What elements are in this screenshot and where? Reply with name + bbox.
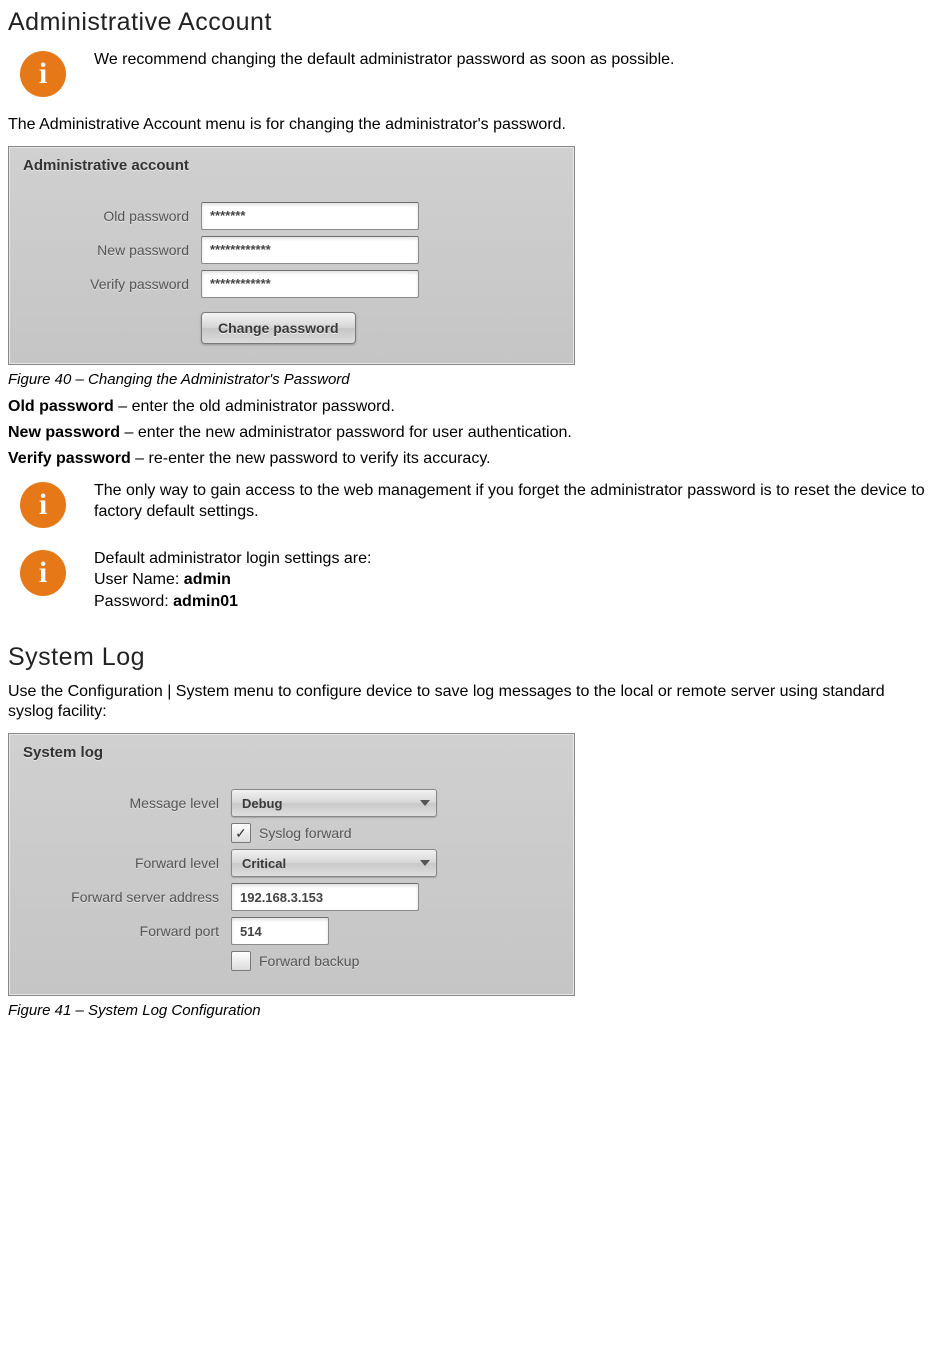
panel-title: System log (23, 744, 564, 761)
message-level-label: Message level (19, 795, 231, 811)
forward-backup-checkbox[interactable]: Forward backup (231, 951, 359, 971)
info-text: Default administrator login settings are… (94, 546, 926, 613)
info-text: We recommend changing the default admini… (94, 47, 926, 71)
forward-port-label: Forward port (19, 923, 231, 939)
admin-account-panel: Administrative account Old password New … (8, 146, 575, 365)
forward-server-address-input[interactable] (231, 883, 419, 911)
checkbox-box: ✓ (231, 823, 251, 843)
syslog-forward-label: Syslog forward (259, 825, 352, 841)
system-log-panel: System log Message level Debug ✓ Syslog … (8, 733, 575, 996)
default-login-intro: Default administrator login settings are… (94, 548, 926, 570)
info-note-3: i Default administrator login settings a… (8, 546, 926, 613)
verify-password-input[interactable] (201, 270, 419, 298)
syslog-intro: Use the Configuration | System menu to c… (8, 682, 926, 724)
forward-level-dropdown[interactable]: Critical (231, 849, 437, 877)
message-level-dropdown[interactable]: Debug (231, 789, 437, 817)
chevron-down-icon (420, 860, 430, 866)
section-syslog-title: System Log (8, 643, 926, 672)
checkbox-box (231, 951, 251, 971)
default-username: User Name: admin (94, 569, 926, 591)
default-password: Password: admin01 (94, 591, 926, 613)
change-password-button[interactable]: Change password (201, 312, 356, 344)
syslog-forward-checkbox[interactable]: ✓ Syslog forward (231, 823, 352, 843)
verify-password-label: Verify password (19, 276, 201, 292)
info-icon: i (20, 482, 66, 528)
old-password-input[interactable] (201, 202, 419, 230)
figure-40-caption: Figure 40 – Changing the Administrator's… (8, 371, 926, 388)
info-note-2: i The only way to gain access to the web… (8, 478, 926, 528)
forward-level-label: Forward level (19, 855, 231, 871)
panel-title: Administrative account (23, 157, 564, 174)
info-icon: i (20, 550, 66, 596)
forward-backup-label: Forward backup (259, 953, 359, 969)
message-level-value: Debug (242, 796, 282, 811)
forward-level-value: Critical (242, 856, 286, 871)
info-note-1: i We recommend changing the default admi… (8, 47, 926, 97)
new-password-input[interactable] (201, 236, 419, 264)
forward-server-address-label: Forward server address (19, 889, 231, 905)
old-password-label: Old password (19, 208, 201, 224)
verify-password-desc: Verify password – re-enter the new passw… (8, 450, 926, 468)
new-password-desc: New password – enter the new administrat… (8, 424, 926, 442)
new-password-label: New password (19, 242, 201, 258)
admin-intro: The Administrative Account menu is for c… (8, 115, 926, 136)
info-text: The only way to gain access to the web m… (94, 478, 926, 523)
info-icon: i (20, 51, 66, 97)
figure-41-caption: Figure 41 – System Log Configuration (8, 1002, 926, 1019)
chevron-down-icon (420, 800, 430, 806)
old-password-desc: Old password – enter the old administrat… (8, 398, 926, 416)
forward-port-input[interactable] (231, 917, 329, 945)
section-admin-title: Administrative Account (8, 8, 926, 37)
